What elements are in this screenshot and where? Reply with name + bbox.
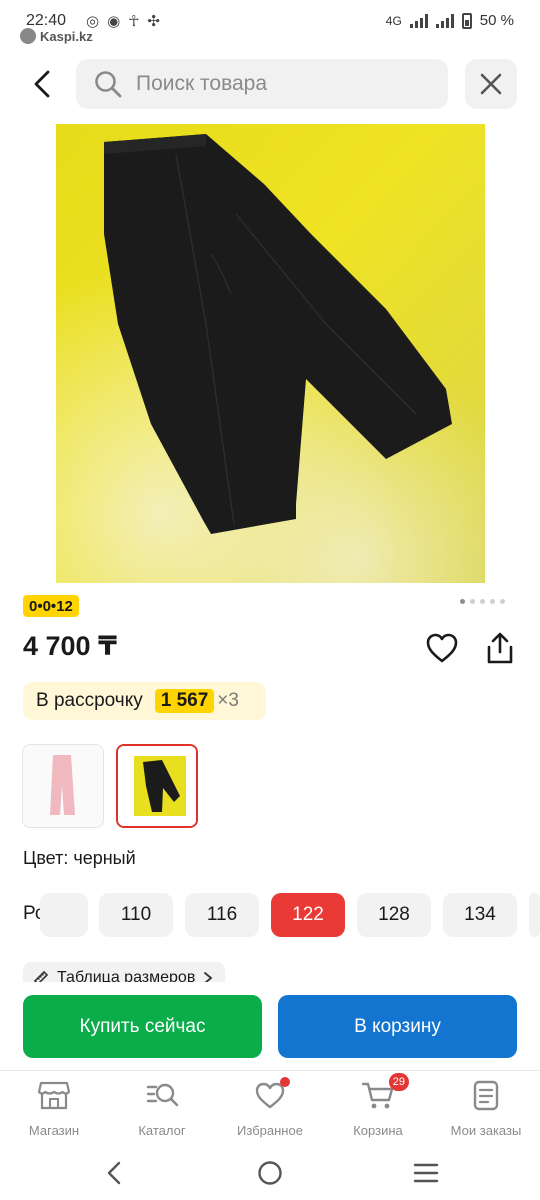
size-option-110[interactable]: 110 — [99, 893, 173, 937]
tab-label: Корзина — [353, 1123, 403, 1138]
chevron-left-icon — [107, 1161, 121, 1185]
kaspi-logo-icon — [20, 28, 36, 44]
carousel-dot — [470, 599, 475, 604]
color-label: Цвет: черный — [23, 848, 136, 868]
product-price: 4 700 ₸ — [23, 631, 117, 661]
ok-icon: ☥ — [128, 13, 140, 30]
installment-option[interactable]: В рассрочку 1 567 ×3 — [23, 682, 266, 720]
bottom-tab-bar: Магазин Каталог Избранное 29 Корзина Мои… — [0, 1070, 540, 1146]
product-image[interactable] — [56, 124, 485, 583]
catalog-icon — [145, 1079, 179, 1111]
share-button[interactable] — [482, 630, 518, 666]
cart-icon: 29 — [361, 1073, 409, 1111]
battery-level: 50 % — [479, 12, 514, 29]
close-button[interactable] — [465, 59, 517, 109]
back-to-app-label: Kaspi.kz — [40, 28, 93, 44]
size-option-116[interactable]: 116 — [185, 893, 259, 937]
carousel-dot — [500, 599, 505, 604]
black-pants-thumbnail — [118, 746, 196, 826]
cart-count-badge: 29 — [388, 1073, 409, 1091]
installment-amount: 1 567 — [154, 689, 215, 713]
status-bar: 22:40 ◎ ◉ ☥ ✣ 4G 50 % Kaspi.kz — [0, 0, 540, 46]
pink-pants-thumbnail — [23, 745, 103, 827]
heart-icon — [426, 633, 458, 663]
carousel-dot — [490, 599, 495, 604]
network-type: 4G — [385, 13, 402, 28]
back-to-app-link[interactable]: Kaspi.kz — [20, 28, 93, 44]
back-button[interactable] — [22, 64, 62, 104]
close-icon — [480, 73, 502, 95]
size-option-128[interactable]: 128 — [357, 893, 431, 937]
favorite-button[interactable] — [424, 630, 460, 666]
size-option-122[interactable]: 122 — [271, 893, 345, 937]
carousel-dot — [480, 599, 485, 604]
signal-icon — [409, 13, 428, 28]
size-chip-partial[interactable] — [40, 893, 88, 937]
installment-multiplier: ×3 — [217, 690, 239, 711]
tab-orders[interactable]: Мои заказы — [432, 1079, 540, 1143]
tab-favorites[interactable]: Избранное — [216, 1077, 324, 1143]
tab-label: Каталог — [138, 1123, 186, 1138]
tab-store[interactable]: Магазин — [0, 1079, 108, 1143]
search-placeholder: Поиск товара — [136, 72, 268, 95]
size-selector: Рост 110 116 122 128 134 — [0, 893, 540, 937]
share-icon — [487, 632, 513, 664]
search-header: Поиск товара — [0, 58, 540, 110]
menu-icon — [413, 1163, 439, 1183]
variant-thumbnail-black[interactable] — [116, 744, 198, 828]
search-icon — [95, 71, 122, 98]
system-back-button[interactable] — [94, 1156, 134, 1190]
carousel-dots — [460, 599, 505, 604]
system-recents-button[interactable] — [406, 1156, 446, 1190]
battery-icon — [461, 12, 472, 29]
tab-label: Избранное — [237, 1123, 303, 1138]
home-circle-icon — [258, 1161, 282, 1185]
pinwheel-icon: ✣ — [147, 13, 160, 30]
installment-badge: 0•0•12 — [23, 595, 79, 617]
heart-icon — [253, 1077, 290, 1111]
size-chip-partial-right[interactable] — [529, 893, 540, 937]
buy-now-button[interactable]: Купить сейчас — [23, 995, 262, 1058]
product-photo-pants — [56, 124, 485, 583]
store-icon — [37, 1079, 71, 1111]
orders-icon — [469, 1079, 503, 1111]
variant-thumbnail-pink[interactable] — [22, 744, 104, 828]
size-option-134[interactable]: 134 — [443, 893, 517, 937]
status-right: 4G 50 % — [386, 12, 514, 29]
installment-label: В рассрочку — [36, 690, 143, 711]
app-notification-icon: ◉ — [107, 13, 121, 30]
notification-icons: ◎ ◉ ☥ ✣ — [86, 12, 160, 30]
tab-label: Мои заказы — [450, 1123, 522, 1138]
search-input[interactable]: Поиск товара — [76, 59, 448, 109]
system-home-button[interactable] — [250, 1156, 290, 1190]
chevron-left-icon — [34, 70, 50, 98]
favorites-notification-dot — [280, 1077, 290, 1087]
add-to-cart-button[interactable]: В корзину — [278, 995, 517, 1058]
system-nav-bar — [0, 1146, 540, 1200]
signal-icon-2 — [435, 13, 454, 28]
carousel-dot — [460, 599, 465, 604]
tab-label: Магазин — [28, 1123, 80, 1138]
action-panel: Купить сейчас В корзину — [0, 982, 540, 1070]
tab-cart[interactable]: 29 Корзина — [324, 1073, 432, 1143]
tab-catalog[interactable]: Каталог — [108, 1079, 216, 1143]
